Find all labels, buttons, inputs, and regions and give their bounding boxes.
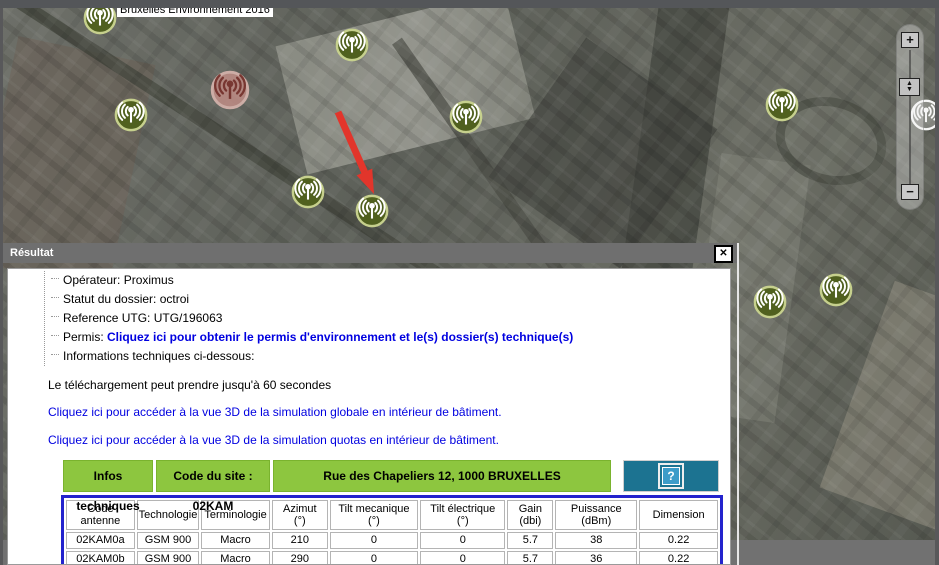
table-row: 02KAM0bGSM 900Macro290005.7360.22 (66, 551, 718, 565)
table-cell: Macro (201, 551, 270, 565)
result-field: Opérateur: Proximus (51, 271, 730, 290)
field-label: Reference UTG: (63, 311, 150, 325)
antenna-waves-icon (114, 98, 148, 132)
antenna-waves-icon (291, 175, 325, 209)
close-button[interactable]: ✕ (714, 245, 733, 263)
window-frame-top (0, 0, 939, 8)
antenna-marker-green[interactable] (765, 88, 799, 127)
antenna-marker-green[interactable] (819, 273, 853, 312)
download-note: Le téléchargement peut prendre jusqu'à 6… (48, 378, 730, 392)
antenna-marker-green[interactable] (114, 98, 148, 137)
table-header-cell: Tilt électrique (°) (420, 500, 505, 530)
antenna-waves-icon (355, 194, 389, 228)
table-cell: 36 (555, 551, 637, 565)
dialog-content: Opérateur: ProximusStatut du dossier: oc… (3, 263, 737, 565)
table-header-cell: Gain (dbi) (507, 500, 553, 530)
question-mark-icon: ? (658, 463, 684, 489)
table-cell: 0.22 (639, 551, 718, 565)
result-field: Informations techniques ci-dessous: (51, 347, 730, 366)
table-cell: 02KAM0b (66, 551, 135, 565)
antenna-marker-green[interactable] (355, 194, 389, 233)
field-value: Proximus (120, 273, 173, 287)
field-label: Permis: (63, 330, 104, 344)
result-field: Permis: Cliquez ici pour obtenir le perm… (51, 328, 730, 347)
antenna-marker-green[interactable] (449, 100, 483, 139)
site-code-header: Code du site : 02KAM (156, 460, 270, 492)
dialog-title: Résultat (10, 247, 53, 259)
field-value: octroi (156, 292, 189, 306)
antenna-waves-icon (819, 273, 853, 307)
table-cell: 0 (420, 532, 505, 549)
table-header-row: Code antenneTechnologieTerminologieAzimu… (66, 500, 718, 530)
table-cell: 5.7 (507, 551, 553, 565)
view-3d-global-link[interactable]: Cliquez ici pour accéder à la vue 3D de … (48, 405, 730, 419)
table-cell: GSM 900 (137, 532, 199, 549)
map-attribution: Bruxelles Environnement 2016 (117, 8, 273, 17)
zoom-out-button[interactable]: − (901, 184, 919, 200)
antenna-marker-green[interactable] (753, 285, 787, 324)
permit-link[interactable]: Cliquez ici pour obtenir le permis d'env… (104, 330, 574, 344)
chevron-down-icon: ▼ (906, 87, 913, 93)
table-cell: 0 (330, 532, 419, 549)
site-address-header: Rue des Chapeliers 12, 1000 BRUXELLES (273, 460, 611, 492)
table-cell: 210 (272, 532, 328, 549)
help-button[interactable]: ? (623, 460, 719, 492)
antenna-marker-green[interactable] (291, 175, 325, 214)
antenna-waves-icon (753, 285, 787, 319)
antenna-marker-pink[interactable] (210, 70, 250, 115)
antenna-logo-icon (83, 8, 117, 40)
result-dialog: Résultat ✕ Opérateur: ProximusStatut du … (3, 243, 739, 565)
table-header-cell: Puissance (dBm) (555, 500, 637, 530)
antenna-waves-icon (83, 8, 117, 35)
result-field: Reference UTG: UTG/196063 (51, 309, 730, 328)
antenna-table-wrapper: Code antenneTechnologieTerminologieAzimu… (61, 495, 723, 565)
table-header-cell: Dimension (639, 500, 718, 530)
antenna-waves-icon (449, 100, 483, 134)
table-cell: 0.22 (639, 532, 718, 549)
table-cell: 0 (330, 551, 419, 565)
result-panel: Opérateur: ProximusStatut du dossier: oc… (7, 268, 731, 565)
table-cell: GSM 900 (137, 551, 199, 565)
field-value: UTG/196063 (150, 311, 222, 325)
view-3d-quotas-link[interactable]: Cliquez ici pour accéder à la vue 3D de … (48, 433, 730, 447)
field-label: Statut du dossier: (63, 292, 156, 306)
table-cell: 38 (555, 532, 637, 549)
app-window: Bruxelles Environnement 2016 + ▲ ▼ − Rés… (0, 0, 939, 565)
table-cell: 290 (272, 551, 328, 565)
table-cell: 0 (420, 551, 505, 565)
table-cell: Macro (201, 532, 270, 549)
zoom-control: + ▲ ▼ − (896, 24, 924, 210)
antenna-table: Code antenneTechnologieTerminologieAzimu… (64, 498, 720, 565)
field-label: Informations techniques ci-dessous: (63, 349, 254, 363)
result-field-tree: Opérateur: ProximusStatut du dossier: oc… (44, 271, 730, 366)
table-cell: 5.7 (507, 532, 553, 549)
table-header-cell: Tilt mecanique (°) (330, 500, 419, 530)
field-label: Opérateur: (63, 273, 120, 287)
table-header-cell: Azimut (°) (272, 500, 328, 530)
result-field: Statut du dossier: octroi (51, 290, 730, 309)
antenna-waves-icon (335, 28, 369, 62)
antenna-marker-green[interactable] (335, 28, 369, 67)
infos-techniques-header: Infos techniques (63, 460, 153, 492)
zoom-in-button[interactable]: + (901, 32, 919, 48)
site-header-row: Infos techniques Code du site : 02KAM Ru… (63, 460, 730, 492)
table-cell: 02KAM0a (66, 532, 135, 549)
antenna-waves-icon (210, 70, 250, 110)
dialog-titlebar[interactable]: Résultat ✕ (3, 243, 737, 263)
zoom-slider-handle[interactable]: ▲ ▼ (899, 78, 920, 96)
table-header-cell: Technologie (137, 500, 199, 530)
antenna-waves-icon (765, 88, 799, 122)
table-row: 02KAM0aGSM 900Macro210005.7380.22 (66, 532, 718, 549)
zoom-slider-track[interactable] (909, 50, 911, 190)
